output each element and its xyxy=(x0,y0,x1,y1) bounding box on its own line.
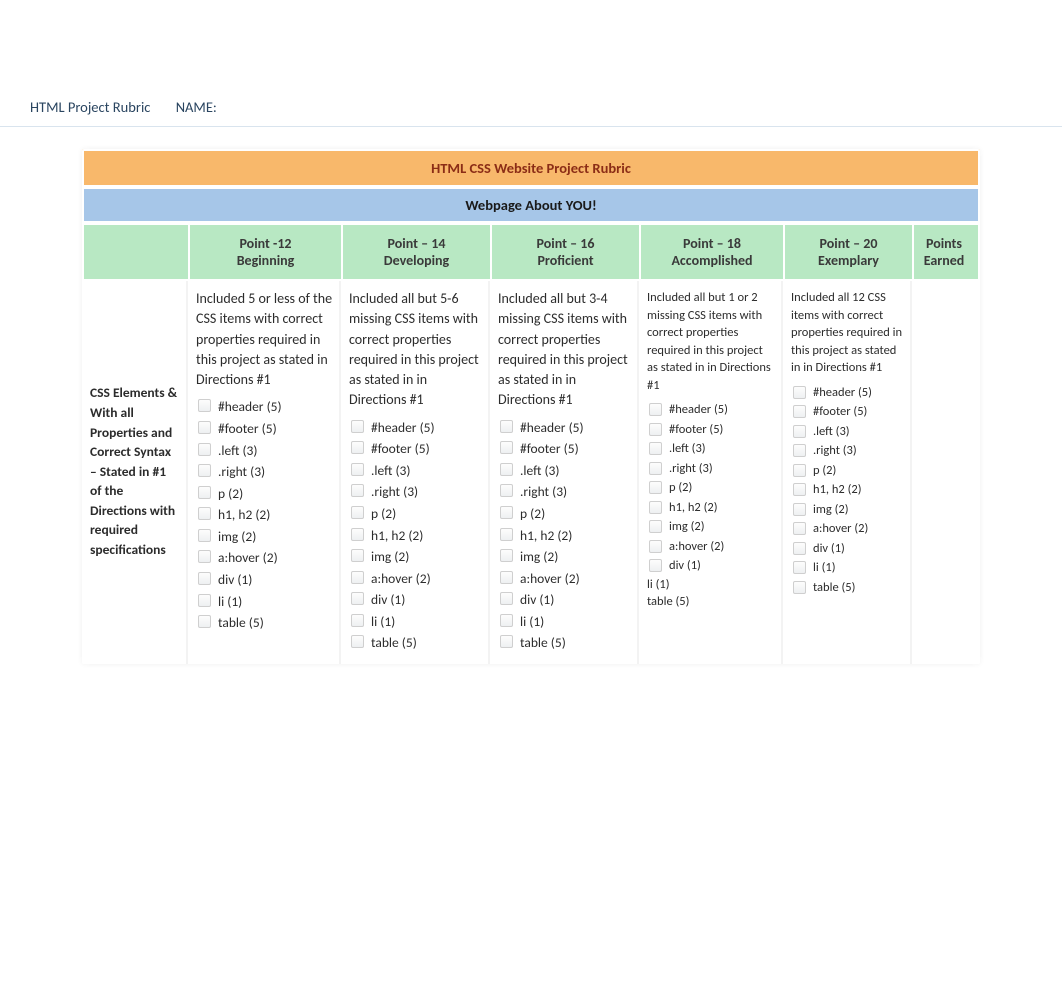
checklist-item: p (2) xyxy=(371,503,482,525)
rubric-table: HTML CSS Website Project Rubric Webpage … xyxy=(82,149,980,664)
cell-desc: Included all but 5-6 missing CSS items w… xyxy=(349,289,482,411)
header-points: Point -12 xyxy=(196,235,335,252)
checklist-item: a:hover (2) xyxy=(520,568,631,590)
page-header: HTML Project Rubric NAME: xyxy=(0,0,1062,127)
checklist-item: img (2) xyxy=(371,546,482,568)
header-points: Point – 14 xyxy=(349,235,484,252)
header-label: Developing xyxy=(349,252,484,269)
checklist-item: .right (3) xyxy=(218,461,333,483)
checklist-item: #footer (5) xyxy=(813,402,904,422)
checklist-item: #footer (5) xyxy=(520,438,631,460)
checklist-item: table (5) xyxy=(520,632,631,654)
checklist-item: .left (3) xyxy=(218,440,333,462)
cell-beginning: Included 5 or less of the CSS items with… xyxy=(186,281,339,664)
checklist-item: #footer (5) xyxy=(371,438,482,460)
checklist-item: li (1) xyxy=(371,611,482,633)
checklist: #header (5)#footer (5).left (3).right (3… xyxy=(498,417,631,654)
checklist-item: p (2) xyxy=(520,503,631,525)
checklist-item: h1, h2 (2) xyxy=(371,525,482,547)
cell-accomplished: Included all but 1 or 2 missing CSS item… xyxy=(637,281,781,664)
checklist-item: h1, h2 (2) xyxy=(669,498,775,518)
header-points: Point – 18 xyxy=(647,235,777,252)
header-proficient: Point – 16 Proficient xyxy=(490,225,639,279)
cell-desc: Included all but 3-4 missing CSS items w… xyxy=(498,289,631,411)
header-criterion xyxy=(84,225,188,279)
checklist-item: p (2) xyxy=(813,461,904,481)
checklist-item: div (1) xyxy=(669,556,775,576)
extra-items: li (1)table (5) xyxy=(647,576,775,611)
header-accomplished: Point – 18 Accomplished xyxy=(639,225,783,279)
cell-desc: Included all 12 CSS items with correct p… xyxy=(791,289,904,377)
checklist-item: a:hover (2) xyxy=(218,547,333,569)
cell-exemplary: Included all 12 CSS items with correct p… xyxy=(781,281,910,664)
checklist-item: p (2) xyxy=(218,483,333,505)
checklist-item: #header (5) xyxy=(218,396,333,418)
rubric-data-row: CSS Elements & With all Properties and C… xyxy=(82,281,980,664)
checklist-item: img (2) xyxy=(669,517,775,537)
header-points: Point – 20 xyxy=(791,235,906,252)
checklist-item: .left (3) xyxy=(520,460,631,482)
checklist-item: a:hover (2) xyxy=(371,568,482,590)
header-points: Point – 16 xyxy=(498,235,633,252)
checklist: #header (5)#footer (5).left (3).right (3… xyxy=(196,396,333,633)
checklist-item: img (2) xyxy=(813,500,904,520)
header-label: Beginning xyxy=(196,252,335,269)
checklist-item: h1, h2 (2) xyxy=(813,480,904,500)
header-beginning: Point -12 Beginning xyxy=(188,225,341,279)
checklist-item: table (5) xyxy=(218,612,333,634)
checklist-item: #header (5) xyxy=(371,417,482,439)
cell-developing: Included all but 5-6 missing CSS items w… xyxy=(339,281,488,664)
checklist-item: .right (3) xyxy=(813,441,904,461)
cell-proficient: Included all but 3-4 missing CSS items w… xyxy=(488,281,637,664)
cell-points-earned xyxy=(910,281,972,664)
checklist-item: #footer (5) xyxy=(669,420,775,440)
checklist-item: .left (3) xyxy=(669,439,775,459)
checklist-item: div (1) xyxy=(218,569,333,591)
checklist-item: .left (3) xyxy=(371,460,482,482)
cell-desc: Included all but 1 or 2 missing CSS item… xyxy=(647,289,775,394)
checklist-item: p (2) xyxy=(669,478,775,498)
document-title: HTML Project Rubric xyxy=(30,98,150,116)
checklist-item: h1, h2 (2) xyxy=(218,504,333,526)
checklist: #header (5)#footer (5).left (3).right (3… xyxy=(349,417,482,654)
line-item: li (1) xyxy=(647,576,775,594)
checklist-item: img (2) xyxy=(520,546,631,568)
rubric-header-row: Point -12 Beginning Point – 14 Developin… xyxy=(82,223,980,281)
cell-desc: Included 5 or less of the CSS items with… xyxy=(196,289,333,390)
checklist-item: #footer (5) xyxy=(218,418,333,440)
header-label: Accomplished xyxy=(647,252,777,269)
checklist-item: #header (5) xyxy=(813,383,904,403)
name-label: NAME: xyxy=(176,98,217,116)
checklist-item: li (1) xyxy=(520,611,631,633)
checklist-item: table (5) xyxy=(813,578,904,598)
line-item: table (5) xyxy=(647,593,775,611)
checklist-item: .right (3) xyxy=(371,481,482,503)
header-exemplary: Point – 20 Exemplary xyxy=(783,225,912,279)
rubric-title: HTML CSS Website Project Rubric xyxy=(82,149,980,187)
checklist-item: li (1) xyxy=(813,558,904,578)
header-points-earned: Points Earned xyxy=(912,225,974,279)
checklist-item: a:hover (2) xyxy=(669,537,775,557)
checklist-item: li (1) xyxy=(218,591,333,613)
checklist-item: table (5) xyxy=(371,632,482,654)
checklist-item: div (1) xyxy=(813,539,904,559)
checklist-item: .right (3) xyxy=(520,481,631,503)
checklist: #header (5)#footer (5).left (3).right (3… xyxy=(791,383,904,598)
header-developing: Point – 14 Developing xyxy=(341,225,490,279)
header-label: Exemplary xyxy=(791,252,906,269)
checklist-item: a:hover (2) xyxy=(813,519,904,539)
checklist-item: img (2) xyxy=(218,526,333,548)
checklist-item: #header (5) xyxy=(669,400,775,420)
checklist-item: #header (5) xyxy=(520,417,631,439)
criterion-label: CSS Elements & With all Properties and C… xyxy=(82,281,186,664)
checklist-item: .left (3) xyxy=(813,422,904,442)
checklist-item: h1, h2 (2) xyxy=(520,525,631,547)
checklist-item: div (1) xyxy=(371,589,482,611)
header-label: Proficient xyxy=(498,252,633,269)
checklist-item: .right (3) xyxy=(669,459,775,479)
checklist: #header (5)#footer (5).left (3).right (3… xyxy=(647,400,775,576)
checklist-item: div (1) xyxy=(520,589,631,611)
rubric-subtitle: Webpage About YOU! xyxy=(82,187,980,223)
